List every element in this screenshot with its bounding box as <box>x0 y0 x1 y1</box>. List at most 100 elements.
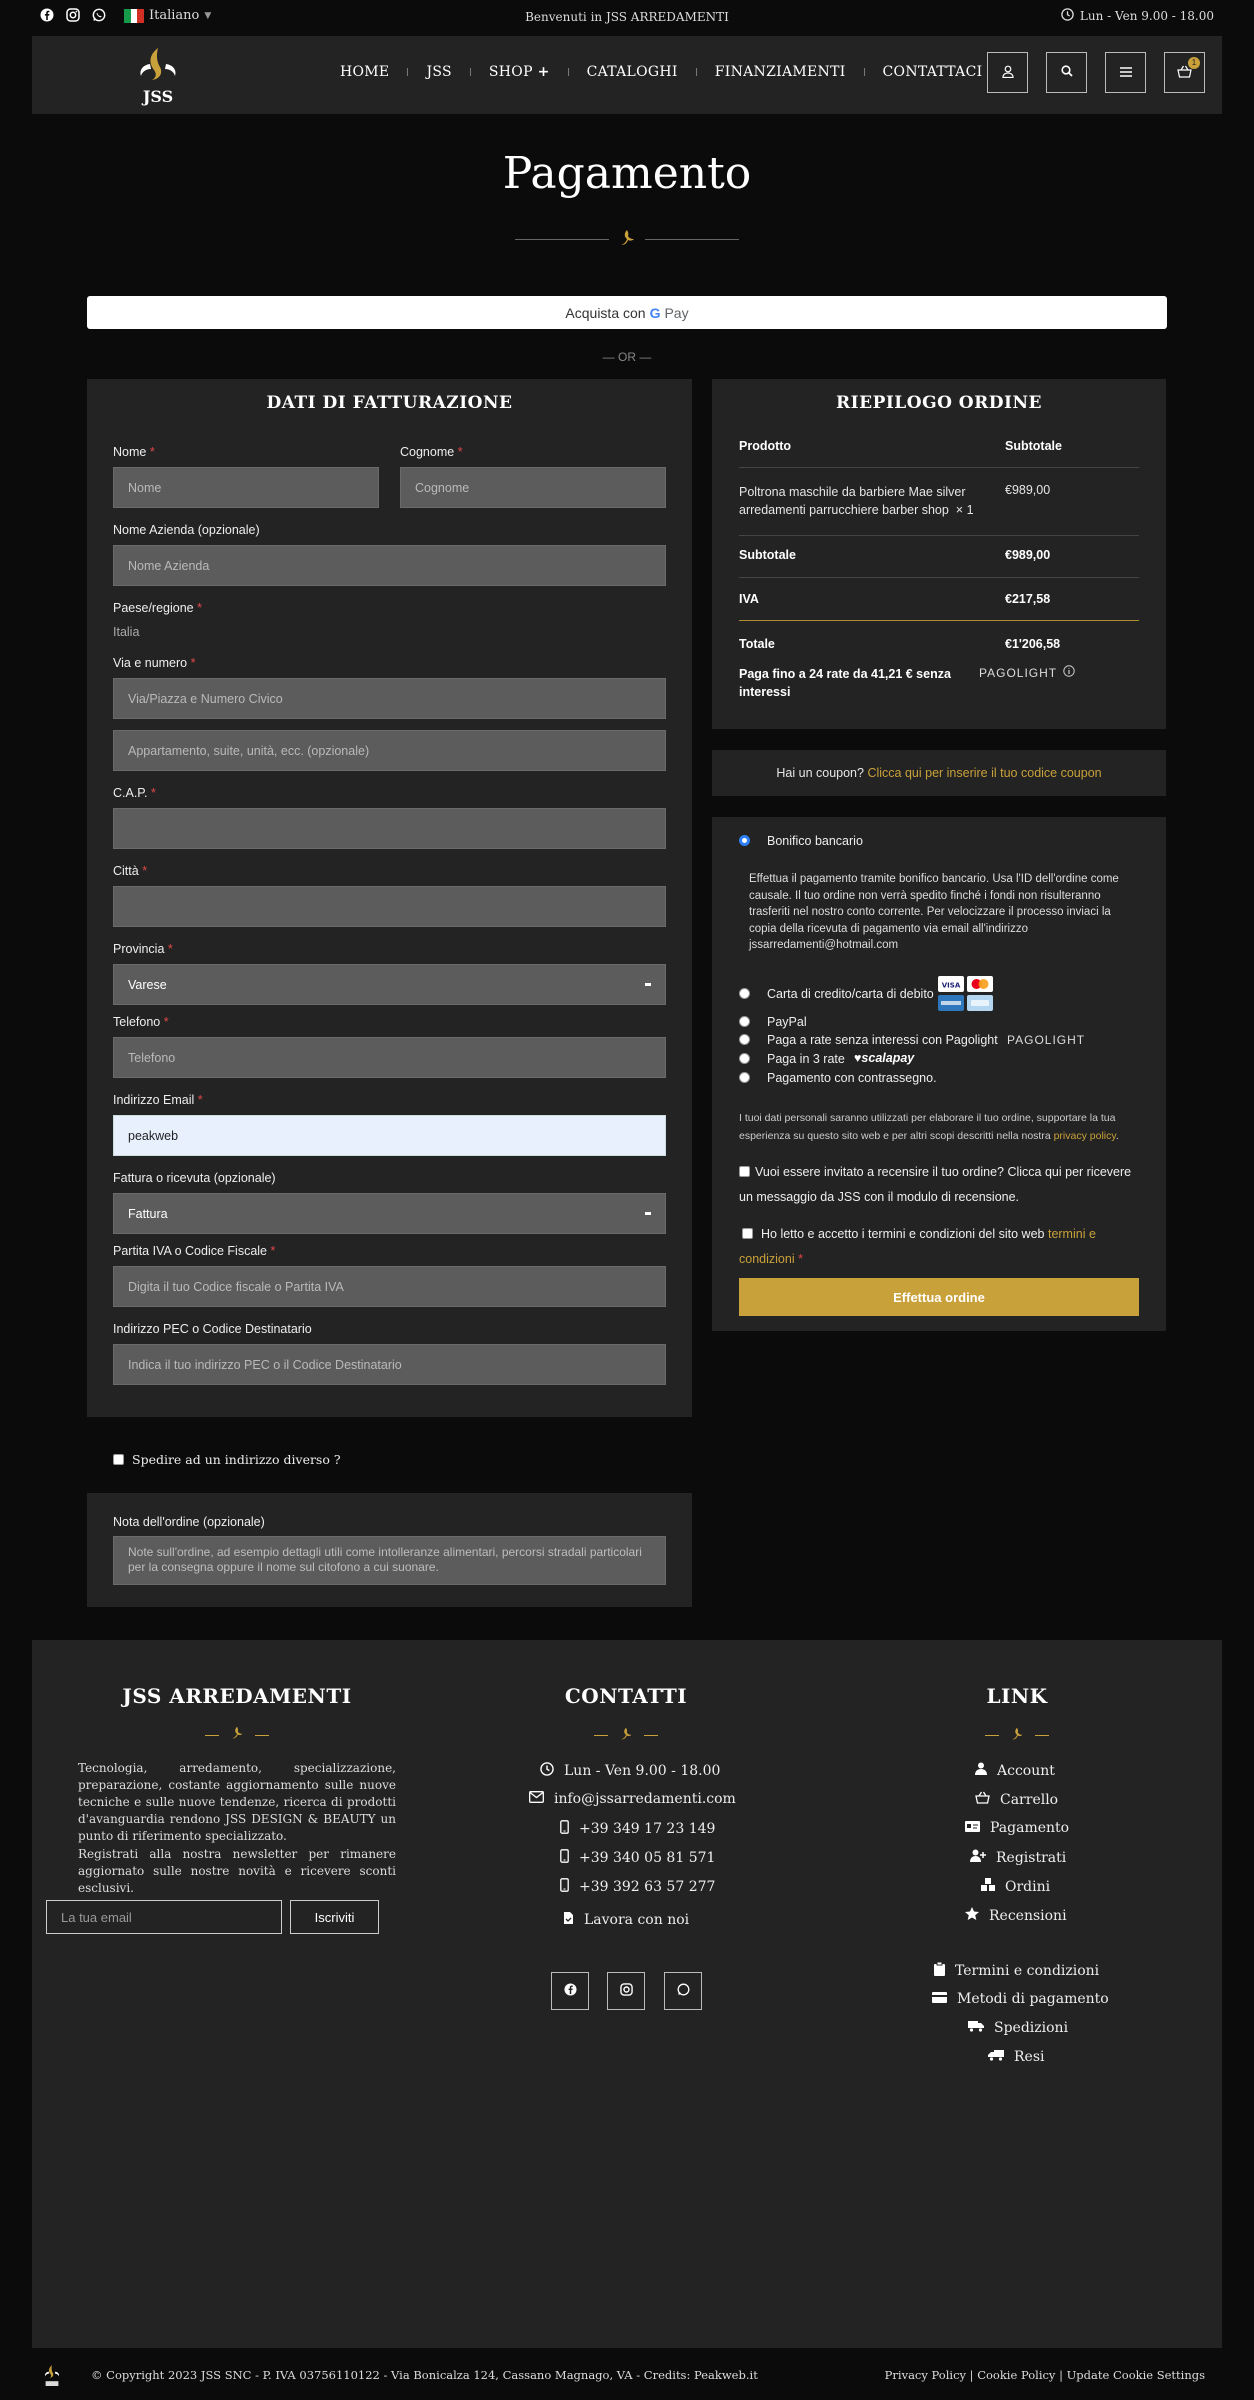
footer-link-cart[interactable]: Carrello <box>975 1791 1058 1808</box>
col-product: Prodotto <box>739 439 792 453</box>
cap-label-text: C.A.P. <box>113 786 148 800</box>
bank-transfer-label[interactable]: Bonifico bancario <box>767 834 863 848</box>
footer-link-shipping[interactable]: Spedizioni <box>968 2020 1068 2036</box>
pec-input[interactable]: Indica il tuo indirizzo PEC o il Codice … <box>113 1344 666 1385</box>
cod-radio[interactable] <box>739 1072 750 1083</box>
required-mark: * <box>151 786 156 800</box>
facebook-icon <box>563 1983 577 1999</box>
footer-link-reviews[interactable]: Recensioni <box>965 1907 1067 1924</box>
scalapay-radio[interactable] <box>739 1053 750 1064</box>
contact-hours-text: Lun - Ven 9.00 - 18.00 <box>564 1763 721 1779</box>
footer-link-register[interactable]: Registrati <box>970 1849 1066 1866</box>
coupon-question: Hai un coupon? <box>776 766 864 780</box>
scalapay-label[interactable]: Paga in 3 rate <box>767 1052 845 1066</box>
footer-link-payment[interactable]: Pagamento <box>965 1820 1069 1836</box>
notes-textarea[interactable]: Note sull'ordine, ad esempio dettagli ut… <box>113 1536 666 1585</box>
search-button[interactable] <box>1046 52 1087 93</box>
nav-finanziamenti[interactable]: FINANZIAMENTI <box>697 64 864 80</box>
clock-icon <box>540 1762 554 1780</box>
order-notes-panel: Nota dell'ordine (opzionale) Note sull'o… <box>87 1493 692 1607</box>
footer-link-terms[interactable]: Termini e condizioni <box>934 1961 1099 1980</box>
footer-link-orders[interactable]: Ordini <box>981 1878 1050 1895</box>
via-input[interactable]: Via/Piazza e Numero Civico <box>113 678 666 719</box>
bank-transfer-description: Effettua il pagamento tramite bonifico b… <box>749 873 1119 951</box>
cap-input[interactable] <box>113 808 666 849</box>
nav-contattaci[interactable]: CONTATTACI <box>865 64 1001 80</box>
cart-text: Carrello <box>1000 1791 1059 1808</box>
citta-input[interactable] <box>113 886 666 927</box>
paese-value: Italia <box>113 625 140 639</box>
menu-button[interactable] <box>1105 52 1146 93</box>
piva-label-text: Partita IVA o Codice Fiscale <box>113 1244 268 1258</box>
provincia-select[interactable]: Varese <box>113 964 666 1005</box>
fattura-select[interactable]: Fattura <box>113 1193 666 1234</box>
ornament-icon <box>229 1726 245 1744</box>
coupon-link[interactable]: Clicca qui per inserire il tuo codice co… <box>867 766 1101 780</box>
email-input[interactable]: peakweb <box>113 1115 666 1156</box>
gpay-label: Acquista con <box>565 304 646 321</box>
divider-line <box>515 238 609 240</box>
nav-home[interactable]: HOME <box>322 64 407 80</box>
summary-title: RIEPILOGO ORDINE <box>836 393 1042 413</box>
cognome-input[interactable]: Cognome <box>400 467 666 508</box>
contact-email[interactable]: info@jssarredamenti.com <box>529 1791 736 1807</box>
footer-link-payment-methods[interactable]: Metodi di pagamento <box>932 1991 1109 2007</box>
nav-shop[interactable]: SHOP + <box>471 64 568 80</box>
telefono-input[interactable]: Telefono <box>113 1037 666 1078</box>
return-truck-icon <box>988 2049 1004 2065</box>
id-card-icon <box>965 1820 980 1836</box>
pagolight-label[interactable]: Paga a rate senza interessi con Pagoligh… <box>767 1033 998 1047</box>
card-radio[interactable] <box>739 988 750 999</box>
account-button[interactable] <box>987 52 1028 93</box>
nav-jss[interactable]: JSS <box>408 64 469 80</box>
via2-input[interactable]: Appartamento, suite, unità, ecc. (opzion… <box>113 730 666 771</box>
piva-input[interactable]: Digita il tuo Codice fiscale o Partita I… <box>113 1266 666 1307</box>
footer-link-title: LINK <box>986 1684 1048 1708</box>
footer-whatsapp-button[interactable] <box>664 1972 702 2010</box>
card-label[interactable]: Carta di credito/carta di debito <box>767 987 934 1001</box>
contact-phone-1[interactable]: +39 349 17 23 149 <box>560 1820 715 1838</box>
pec-label: Indirizzo PEC o Codice Destinatario <box>113 1322 312 1336</box>
jss-logo[interactable]: JSS <box>128 44 188 106</box>
footer-link-returns[interactable]: Resi <box>988 2049 1045 2065</box>
contact-phone-3[interactable]: +39 392 63 57 277 <box>560 1878 715 1896</box>
card-logos: VISA <box>938 976 994 1015</box>
google-pay-button[interactable]: Acquista con G Pay <box>87 296 1167 329</box>
footer-instagram-button[interactable] <box>607 1972 645 2010</box>
footer-facebook-button[interactable] <box>551 1972 589 2010</box>
azienda-input[interactable]: Nome Azienda <box>113 545 666 586</box>
nav-cataloghi[interactable]: CATALOGHI <box>569 64 696 80</box>
cod-label[interactable]: Pagamento con contrassegno. <box>767 1071 937 1085</box>
fattura-value: Fattura <box>128 1206 168 1221</box>
footer-link-account[interactable]: Account <box>975 1762 1055 1779</box>
ship-different-checkbox[interactable] <box>113 1454 124 1465</box>
review-label[interactable]: Vuoi essere invitato a recensire il tuo … <box>739 1160 1144 1210</box>
contact-phone-2[interactable]: +39 340 05 81 571 <box>560 1849 715 1867</box>
newsletter-subscribe-button[interactable]: Iscriviti <box>290 1900 379 1934</box>
phone-3-text: +39 392 63 57 277 <box>579 1879 716 1895</box>
email-label: Indirizzo Email * <box>113 1093 203 1107</box>
privacy-policy-link[interactable]: privacy policy <box>1054 1130 1116 1142</box>
site-header: JSS HOME JSS SHOP + CATALOGHI FINANZIAME… <box>32 36 1222 114</box>
nome-input[interactable]: Nome <box>113 467 379 508</box>
cart-button[interactable]: 1 <box>1164 52 1205 93</box>
place-order-button[interactable]: Effettua ordine <box>739 1278 1139 1316</box>
newsletter-email-input[interactable]: La tua email <box>46 1900 282 1934</box>
required-mark: * <box>270 1244 276 1258</box>
product-name-text: Poltrona maschile da barbiere Mae silver… <box>739 485 966 517</box>
policy-links[interactable]: Privacy Policy | Cookie Policy | Update … <box>885 2368 1205 2382</box>
info-icon[interactable] <box>1063 665 1075 680</box>
ship-different-address[interactable]: Spedire ad un indirizzo diverso ? <box>113 1452 341 1467</box>
select-arrow-icon <box>645 1212 651 1215</box>
pagolight-logo: PAGOLIGHT <box>1007 1033 1086 1047</box>
paypal-label[interactable]: PayPal <box>767 1015 807 1029</box>
divider-line <box>985 1734 999 1736</box>
bank-transfer-radio[interactable] <box>739 835 750 846</box>
footer-logo-icon[interactable] <box>40 2361 64 2394</box>
pagolight-radio[interactable] <box>739 1034 750 1045</box>
required-mark: * <box>149 445 155 459</box>
paypal-radio[interactable] <box>739 1016 750 1027</box>
iva-value: €217,58 <box>1005 592 1051 606</box>
contact-work-with-us[interactable]: Lavora con noi <box>563 1911 689 1929</box>
paese-label-text: Paese/regione <box>113 601 194 615</box>
